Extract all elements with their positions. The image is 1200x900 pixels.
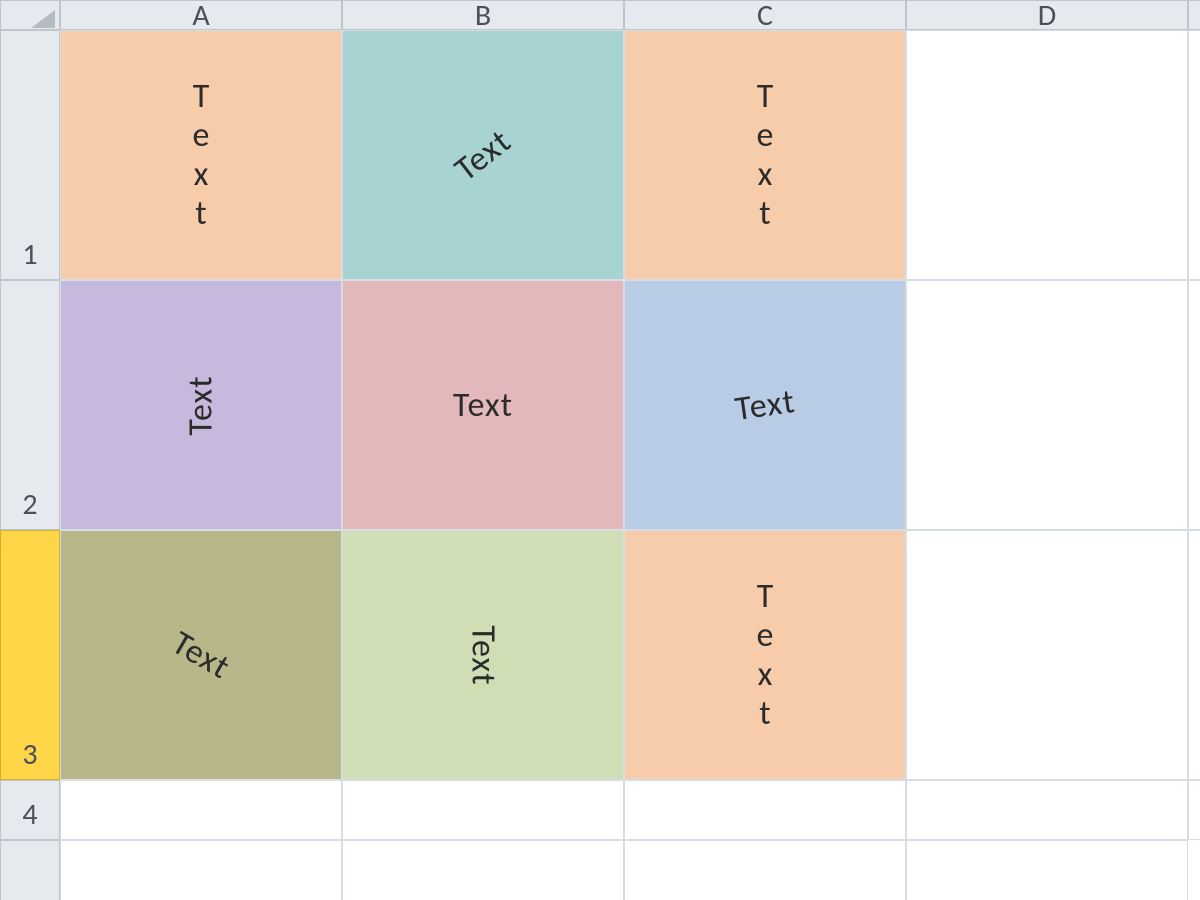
- row-header-5[interactable]: 5: [0, 840, 60, 900]
- cell-value: T e x t: [193, 77, 210, 233]
- cell-partial-4[interactable]: [1188, 780, 1200, 840]
- column-header-label: D: [1038, 0, 1056, 34]
- cell-B2[interactable]: Text: [342, 280, 624, 530]
- cell-D2[interactable]: [906, 280, 1188, 530]
- cell-D5[interactable]: [906, 840, 1188, 900]
- cell-C5[interactable]: [624, 840, 906, 900]
- cell-value: T e x t: [757, 77, 774, 233]
- cell-B5[interactable]: [342, 840, 624, 900]
- cell-C3[interactable]: T e x t: [624, 530, 906, 780]
- cell-partial-2[interactable]: [1188, 280, 1200, 530]
- cell-B4[interactable]: [342, 780, 624, 840]
- cell-D4[interactable]: [906, 780, 1188, 840]
- row-header-label: 2: [22, 486, 37, 523]
- row-header-4[interactable]: 4: [0, 780, 60, 840]
- cell-value: Text: [180, 375, 221, 435]
- cell-value: T e x t: [757, 577, 774, 733]
- cell-B3[interactable]: Text: [342, 530, 624, 780]
- row-header-label: 4: [22, 796, 37, 833]
- cell-B1[interactable]: Text: [342, 30, 624, 280]
- cell-C1[interactable]: T e x t: [624, 30, 906, 280]
- spreadsheet-grid: A B C D 1 T e x t Text T e x t 2 Text Te…: [0, 0, 1200, 900]
- cell-A3[interactable]: Text: [60, 530, 342, 780]
- cell-value: Text: [447, 120, 520, 189]
- row-header-label: 1: [22, 236, 37, 273]
- row-header-label: 3: [22, 736, 37, 773]
- column-header-D[interactable]: D: [906, 0, 1188, 30]
- column-header-C[interactable]: C: [624, 0, 906, 30]
- column-header-A[interactable]: A: [60, 0, 342, 30]
- column-header-label: A: [192, 0, 209, 34]
- cell-partial-3[interactable]: [1188, 530, 1200, 780]
- cell-C2[interactable]: Text: [624, 280, 906, 530]
- column-header-label: B: [475, 0, 491, 34]
- cell-A2[interactable]: Text: [60, 280, 342, 530]
- cell-A4[interactable]: [60, 780, 342, 840]
- cell-value: Text: [732, 381, 797, 430]
- cell-value: Text: [462, 625, 503, 685]
- row-header-2[interactable]: 2: [0, 280, 60, 530]
- cell-A1[interactable]: T e x t: [60, 30, 342, 280]
- cell-C4[interactable]: [624, 780, 906, 840]
- row-header-3[interactable]: 3: [0, 530, 60, 780]
- cell-partial-5[interactable]: [1188, 840, 1200, 900]
- column-header-label: C: [757, 0, 773, 34]
- column-header-B[interactable]: B: [342, 0, 624, 30]
- cell-value: Text: [165, 622, 238, 688]
- cell-A5[interactable]: [60, 840, 342, 900]
- cell-partial-1[interactable]: [1188, 30, 1200, 280]
- row-header-1[interactable]: 1: [0, 30, 60, 280]
- column-header-partial[interactable]: [1188, 0, 1200, 30]
- cell-D1[interactable]: [906, 30, 1188, 280]
- cell-D3[interactable]: [906, 530, 1188, 780]
- cell-value: Text: [453, 385, 513, 426]
- select-all-corner[interactable]: [0, 0, 60, 30]
